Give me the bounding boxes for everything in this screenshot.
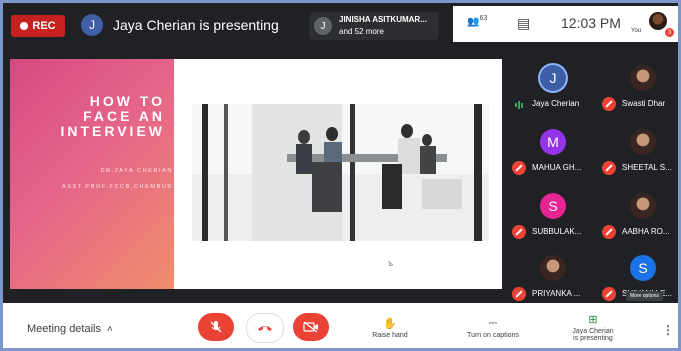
chevron-up-icon: ˄: [107, 323, 113, 335]
leave-call-button[interactable]: [246, 313, 284, 343]
participant-photo: [630, 65, 656, 91]
presenting-label-2: is presenting: [573, 335, 613, 342]
record-dot-icon: [20, 22, 29, 30]
mic-off-icon: [512, 161, 526, 175]
mic-off-icon: [602, 287, 616, 301]
mic-off-icon: [602, 225, 616, 239]
participant-tile[interactable]: PRIYANKA ...: [508, 251, 596, 306]
participant-tile[interactable]: S SUBBULAK...: [508, 189, 596, 244]
participant-avatar: M: [540, 129, 566, 155]
rec-label: REC: [32, 20, 56, 32]
presenting-banner: Jaya Cherian is presenting: [113, 17, 279, 33]
self-avatar[interactable]: [649, 12, 667, 30]
participant-name: AABHA RO...: [622, 227, 670, 236]
raise-hand-button[interactable]: ✋ Raise hand: [365, 317, 415, 339]
mic-off-icon: [512, 225, 526, 239]
participant-avatar: S: [540, 193, 566, 219]
people-icon: 👥: [467, 16, 480, 28]
participant-avatar: S: [630, 255, 656, 281]
chip-name: JINISHA ASITKUMAR...: [339, 15, 427, 24]
recording-indicator: REC: [11, 15, 65, 37]
presenting-label-1: Jaya Cherian: [572, 328, 614, 335]
camera-off-icon: [303, 321, 318, 333]
captions-button[interactable]: ⎓ Turn on captions: [453, 317, 533, 339]
participant-tile[interactable]: AABHA RO...: [598, 189, 678, 244]
bottom-bar: Meeting details ˄ ✋ Raise hand ⎓ Turn on…: [3, 303, 678, 348]
top-right-panel: 👥63 ▤ 12:03 PM You 3: [453, 6, 678, 42]
author-title: ASST.PROF.FCCB,CHEMBUR: [62, 184, 173, 190]
meet-window: REC J Jaya Cherian is presenting J JINIS…: [3, 3, 678, 348]
you-label: You: [631, 28, 642, 34]
presenting-button[interactable]: ⊞ Jaya Cherian is presenting: [558, 313, 628, 342]
raise-hand-label: Raise hand: [372, 332, 408, 339]
participant-photo: [540, 255, 566, 281]
meeting-photo: [192, 104, 489, 241]
slide-title: HOW TO FACE AN INTERVIEW: [15, 94, 165, 139]
clock-time: 12:03 PM: [561, 15, 621, 31]
present-screen-icon: ⊞: [588, 314, 598, 326]
participant-name: PRIYANKA ...: [532, 289, 581, 298]
cursor-mark: ъ: [388, 259, 393, 268]
participant-tile[interactable]: M MAHUA GH...: [508, 125, 596, 180]
participant-photo: [630, 129, 656, 155]
mic-toggle-button[interactable]: [198, 313, 234, 341]
notification-badge: 3: [665, 28, 674, 37]
participant-tile[interactable]: J Jaya Cherian: [508, 61, 596, 116]
participant-tile[interactable]: Swasti Dhar: [598, 61, 678, 116]
meeting-details-label: Meeting details: [27, 323, 101, 335]
participant-tile[interactable]: SHEETAL S...: [598, 125, 678, 180]
captions-label: Turn on captions: [467, 332, 519, 339]
mic-off-icon: [210, 321, 222, 333]
speaking-icon: [515, 101, 525, 109]
more-options-icon[interactable]: ⋮: [662, 323, 674, 337]
participant-name: SUBBULAK...: [532, 227, 582, 236]
participant-name: Jaya Cherian: [532, 99, 580, 108]
participant-name: Swasti Dhar: [622, 99, 666, 108]
participants-chip[interactable]: J JINISHA ASITKUMAR... and 52 more: [309, 12, 439, 40]
presenter-avatar: J: [81, 14, 103, 36]
more-options-tooltip: More options: [626, 291, 663, 301]
slide-content: ъ: [174, 59, 502, 289]
chat-icon[interactable]: ▤: [517, 15, 530, 32]
chip-avatar: J: [314, 17, 332, 35]
mic-off-icon: [512, 287, 526, 301]
mic-off-icon: [602, 97, 616, 111]
top-bar: REC J Jaya Cherian is presenting J JINIS…: [3, 3, 678, 46]
chip-more: and 52 more: [339, 27, 384, 36]
participant-name: SHEETAL S...: [622, 163, 672, 172]
participant-avatar: J: [540, 65, 566, 91]
hang-up-icon: [258, 326, 272, 331]
participant-photo: [630, 193, 656, 219]
people-count: 63: [479, 15, 488, 22]
captions-icon: ⎓: [488, 317, 498, 329]
people-button[interactable]: 👥63: [467, 15, 487, 27]
participant-name: MAHUA GH...: [532, 163, 582, 172]
author-name: DR.JAYA CHERIAN: [100, 168, 173, 174]
slide-title-line: INTERVIEW: [60, 123, 165, 139]
mic-off-icon: [602, 161, 616, 175]
meeting-details-button[interactable]: Meeting details ˄: [27, 323, 113, 335]
slide-title-line: FACE AN: [83, 108, 165, 124]
camera-toggle-button[interactable]: [293, 313, 329, 341]
slide-author: DR.JAYA CHERIAN ASST.PROF.FCCB,CHEMBUR: [15, 163, 173, 195]
slide-title-line: HOW TO: [89, 93, 165, 109]
hand-icon: ✋: [383, 318, 397, 330]
